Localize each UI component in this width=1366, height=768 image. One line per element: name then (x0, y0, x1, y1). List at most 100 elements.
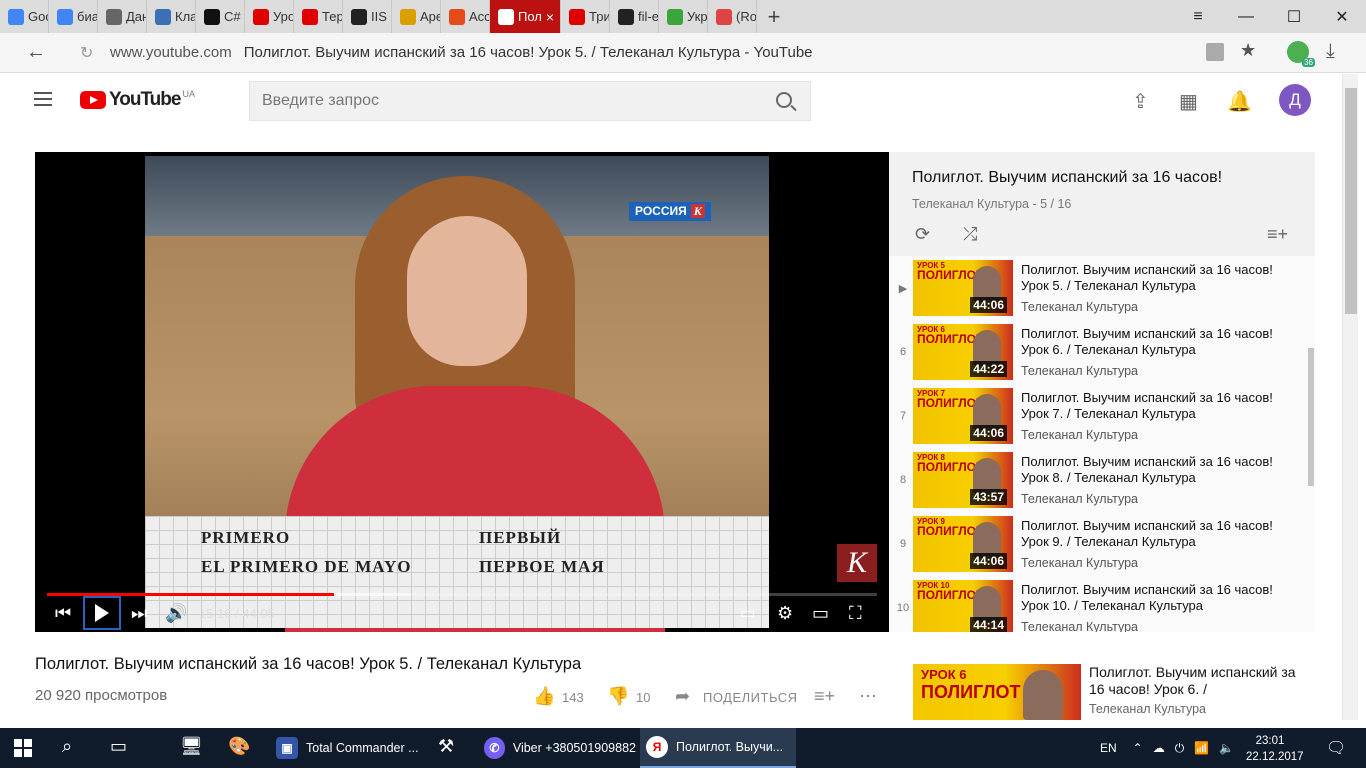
network-computer-icon[interactable]: 🖥 (180, 736, 203, 757)
playlist-item[interactable]: 10 УРОК 10 ПОЛИГЛОТ 44:14 Полиглот. Выучим и… (889, 576, 1309, 632)
paint-palette-icon[interactable]: 🎨 (228, 736, 250, 757)
back-arrow-icon[interactable]: ← (26, 41, 46, 64)
progress-bar[interactable] (47, 593, 877, 596)
share-button[interactable]: ПОДЕЛИТЬСЯ (703, 690, 797, 705)
video-player[interactable]: РОССИЯ K PRIMERO EL PRIMERO DE MAYO ПЕРВЫ… (35, 152, 889, 632)
page-scrollbar-thumb[interactable] (1345, 88, 1357, 314)
playlist-item[interactable]: 6 УРОК 6 ПОЛИГЛОТ 44:22 Полиглот. Выучим исп… (889, 320, 1309, 384)
related-video[interactable]: УРОК 6 ПОЛИГЛОТ Полиглот. Выучим испанск… (913, 664, 1315, 720)
duration-badge: 44:06 (970, 553, 1007, 569)
browser-menu-icon[interactable]: ≡ (1174, 0, 1222, 33)
download-icon[interactable]: ⤓ (1326, 40, 1335, 63)
browser-tab[interactable]: биатло (49, 0, 98, 33)
kultura-watermark: K (837, 544, 877, 582)
subtitles-icon[interactable]: ▭ (740, 603, 755, 623)
like-icon[interactable]: 👍 (533, 686, 555, 707)
playlist-item[interactable]: 8 УРОК 8 ПОЛИГЛОТ 43:57 Полиглот. Выучим исп… (889, 448, 1309, 512)
browser-tab-strip: Google биатло Данил Класси C# для Уроки Терно I… (0, 0, 1366, 33)
browser-tab-label: Google (28, 9, 48, 24)
avatar[interactable]: Д (1279, 84, 1311, 116)
reload-icon[interactable]: ↻ (80, 43, 93, 63)
fullscreen-icon[interactable]: ⛶ (849, 603, 862, 624)
search-input[interactable] (250, 82, 750, 120)
close-window-button[interactable]: ✕ (1318, 0, 1366, 33)
browser-tab[interactable]: Данил (98, 0, 147, 33)
share-icon[interactable]: ➦ (675, 686, 690, 707)
minimize-button[interactable]: — (1222, 0, 1270, 33)
playlist-item[interactable]: 7 УРОК 7 ПОЛИГЛОТ 44:06 Полиглот. Выучим исп… (889, 384, 1309, 448)
extension-icon[interactable]: 36 (1287, 41, 1315, 67)
dislike-icon[interactable]: 👎 (607, 686, 629, 707)
playlist-item[interactable]: ▶ УРОК 5 ПОЛИГЛОТ 44:06 Полиглот. Выучим исп… (889, 256, 1309, 320)
browser-tab[interactable]: Пол × (490, 0, 561, 33)
bookmark-star-icon[interactable]: ★ (1240, 40, 1256, 61)
previous-icon[interactable]: ⏮ (55, 603, 71, 624)
protect-icon[interactable] (1206, 43, 1224, 61)
notifications-bell-icon[interactable]: 🔔 (1227, 89, 1252, 114)
playlist-item-index: 9 (899, 538, 907, 550)
volume-icon[interactable]: 🔊 (165, 603, 187, 624)
settings-gear-icon[interactable]: ⚙ (777, 603, 793, 624)
shuffle-icon[interactable]: ⤮ (963, 224, 977, 245)
browser-tab[interactable]: Украи (659, 0, 708, 33)
close-tab-icon[interactable]: × (546, 9, 554, 25)
theater-mode-icon[interactable]: ▭ (812, 603, 829, 624)
cloud-icon[interactable]: ☁ (1153, 741, 1165, 755)
wifi-icon[interactable]: 📶 (1194, 741, 1209, 755)
taskbar-app-viber[interactable]: ✆ Viber +380501909882 (478, 728, 636, 768)
browser-tab[interactable]: IIS 10.0 (343, 0, 392, 33)
taskbar-app-total-commander[interactable]: ▣ Total Commander ... (270, 728, 420, 768)
new-tab-button[interactable]: + (757, 0, 791, 33)
browser-tab[interactable]: (Rock) (708, 0, 757, 33)
browser-tab[interactable]: C# для (196, 0, 245, 33)
tools-icon[interactable]: ⚒ (438, 736, 454, 757)
playlist-item[interactable]: 9 УРОК 9 ПОЛИГЛОТ 44:06 Полиглот. Выучим исп… (889, 512, 1309, 576)
viber-icon: ✆ (484, 737, 505, 759)
taskbar-app-label: Полиглот. Выучи... (676, 740, 784, 754)
browser-tab[interactable]: fil-ead (610, 0, 659, 33)
page-scrollbar[interactable] (1342, 74, 1358, 720)
playlist-item-channel: Телеканал Культура (1021, 428, 1138, 442)
more-actions-icon[interactable]: ⋯ (859, 686, 877, 707)
show-hidden-icons-icon[interactable]: ⌃ (1133, 741, 1143, 755)
browser-tab[interactable]: Ассист (441, 0, 490, 33)
apps-grid-icon[interactable]: ▦ (1179, 89, 1198, 114)
volume-icon[interactable]: 🔈 (1219, 741, 1234, 755)
duration-badge: 44:22 (970, 361, 1007, 377)
next-icon[interactable]: ⏭ (131, 603, 147, 624)
browser-tab[interactable]: Терно (294, 0, 343, 33)
task-view-icon[interactable]: ▭ (110, 736, 127, 757)
view-count: 20 920 просмотров (35, 687, 168, 704)
pinwheel-icon (449, 8, 465, 25)
browser-tab-label: Данил (126, 9, 146, 24)
browser-tab[interactable]: Уроки (245, 0, 294, 33)
language-indicator[interactable]: EN (1100, 741, 1117, 755)
start-windows-icon[interactable] (14, 739, 32, 757)
playlist-scrollbar[interactable] (1308, 348, 1314, 486)
add-to-playlist-icon[interactable]: ≡+ (814, 686, 835, 707)
youtube-logo[interactable]: YouTube UA (80, 89, 195, 111)
maximize-button[interactable]: ☐ (1270, 0, 1318, 33)
browser-tab[interactable]: Google (0, 0, 49, 33)
loop-icon[interactable]: ⟳ (915, 224, 930, 245)
playlist-item-index: 7 (899, 410, 907, 422)
browser-tab[interactable]: Трипо (561, 0, 610, 33)
channel-logo: РОССИЯ K (629, 202, 711, 221)
browser-tab[interactable]: Аренд (392, 0, 441, 33)
browser-tab[interactable]: Класси (147, 0, 196, 33)
playlist-title[interactable]: Полиглот. Выучим испанский за 16 часов! (912, 169, 1222, 187)
taskbar-app-yandex-browser[interactable]: Я Полиглот. Выучи... (640, 728, 796, 768)
url-field[interactable]: www.youtube.com Полиглот. Выучим испански… (110, 44, 813, 61)
notifications-icon[interactable]: 🗨 (1326, 738, 1346, 758)
power-icon[interactable]: ⏻ (1175, 741, 1185, 756)
upload-icon[interactable]: ⇪ (1132, 89, 1149, 114)
search-box (249, 81, 811, 121)
search-icon[interactable]: ⌕ (62, 736, 72, 757)
yandex-icon: Я (646, 736, 668, 758)
search-icon[interactable] (776, 92, 792, 108)
play-button[interactable] (83, 596, 121, 630)
save-playlist-icon[interactable]: ≡+ (1267, 224, 1288, 245)
it-icon (204, 8, 220, 25)
clock[interactable]: 23:01 22.12.2017 (1246, 733, 1304, 765)
guide-menu-icon[interactable] (34, 92, 52, 106)
